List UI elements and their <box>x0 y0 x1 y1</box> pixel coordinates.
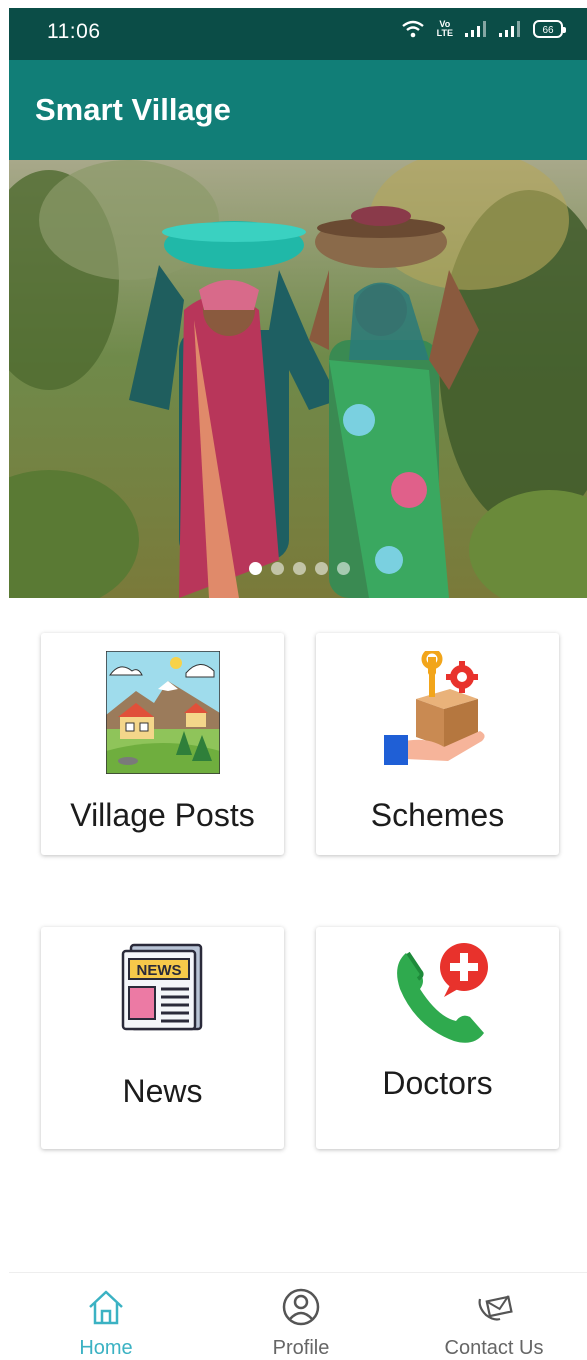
village-landscape-icon <box>106 651 220 774</box>
status-bar: 11:06 Vo LTE 66 <box>9 8 587 60</box>
carousel-dot[interactable] <box>271 562 284 575</box>
profile-icon <box>282 1288 320 1326</box>
nav-profile[interactable]: Profile <box>216 1273 386 1359</box>
wifi-icon <box>401 20 424 38</box>
village-posts-card[interactable]: Village Posts <box>41 633 284 855</box>
schemes-label: Schemes <box>370 797 505 833</box>
news-label: News <box>122 1073 203 1109</box>
status-icons: Vo LTE 66 <box>401 20 566 38</box>
phone-medical-icon <box>397 943 488 1043</box>
home-icon <box>89 1290 123 1325</box>
battery-icon: 66 <box>533 20 566 38</box>
app-title: Smart Village <box>35 92 231 127</box>
doctors-card[interactable]: Doctors <box>316 927 559 1149</box>
status-time: 11:06 <box>47 20 101 43</box>
carousel-indicator <box>249 562 350 575</box>
carousel-dot[interactable] <box>315 562 328 575</box>
nav-home[interactable]: Home <box>21 1273 191 1359</box>
bottom-navigation: Home Profile Contact Us <box>9 1272 587 1359</box>
signal-icon <box>465 21 486 37</box>
contact-mail-icon <box>478 1295 513 1321</box>
schemes-card[interactable]: Schemes <box>316 633 559 855</box>
carousel-dot[interactable] <box>337 562 350 575</box>
news-card[interactable]: NEWS News <box>41 927 284 1149</box>
nav-home-label: Home <box>79 1337 133 1359</box>
volte-icon: Vo LTE <box>437 20 453 38</box>
doctors-label: Doctors <box>382 1065 493 1101</box>
volte-bottom-text: LTE <box>436 28 453 38</box>
app-screen: 11:06 Vo LTE 66 Smart Village Village Po… <box>9 0 587 1359</box>
newspaper-icon-text: NEWS <box>137 962 182 979</box>
hero-carousel[interactable] <box>9 160 587 598</box>
nav-contact-us[interactable]: Contact Us <box>409 1273 579 1359</box>
newspaper-icon: NEWS <box>121 943 203 1031</box>
carousel-dot[interactable] <box>293 562 306 575</box>
nav-contact-us-label: Contact Us <box>444 1337 544 1359</box>
carousel-dot-active[interactable] <box>249 562 262 575</box>
carousel-photo <box>9 160 587 598</box>
village-posts-label: Village Posts <box>70 797 255 833</box>
app-bar: Smart Village <box>9 60 587 160</box>
signal-icon-2 <box>499 21 520 37</box>
nav-profile-label: Profile <box>272 1337 330 1359</box>
hand-box-tools-icon <box>384 651 485 765</box>
